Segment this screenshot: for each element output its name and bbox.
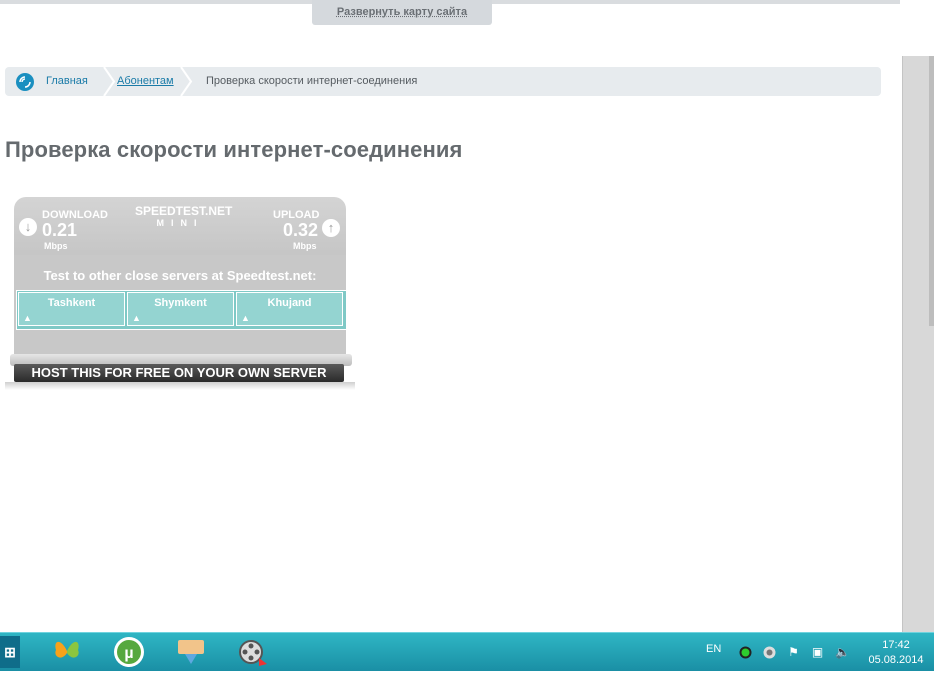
server-button-shymkent[interactable]: Shymkent ▲ [127,292,234,326]
breadcrumb-separator-icon [103,67,116,96]
clock-time: 17:42 [882,639,910,651]
start-button[interactable]: ⊞ [0,636,20,668]
record-icon[interactable] [763,646,776,659]
server-label: Shymkent [154,297,207,309]
upload-unit: Mbps [293,241,317,251]
expand-sitemap-button[interactable]: Развернуть карту сайта [312,0,492,25]
butterfly-app-icon[interactable] [50,636,84,668]
clock-date: 05.08.2014 [868,654,924,666]
triangle-icon: ▲ [241,313,250,323]
breadcrumb-current: Проверка скорости интернет-соединения [206,75,418,87]
taskbar: ⊞ µ EN ⚑ ▣ 🔈 17:42 05.08.2014 [0,632,934,671]
breadcrumb-subscribers-link[interactable]: Абонентам [117,67,174,96]
utorrent-logo-icon: µ [114,637,144,667]
triangle-icon: ▲ [132,313,141,323]
speedtest-shadow [5,382,355,390]
language-indicator[interactable]: EN [706,643,721,655]
breadcrumb: Главная Абонентам Проверка скорости инте… [5,67,881,96]
triangle-icon: ▲ [23,313,32,323]
upload-arrow-icon: ↑ [322,219,340,237]
download-unit: Mbps [44,241,68,251]
server-label: Khujand [267,297,312,309]
download-value: 0.21 [42,220,78,240]
server-button-khujand[interactable]: Khujand ▲ [236,292,343,326]
green-status-icon[interactable] [739,646,752,659]
page-title: Проверка скорости интернет-соединения [5,137,463,162]
speedtest-logo-sub: MINI [156,218,204,228]
network-transfer-icon[interactable] [174,636,208,668]
breadcrumb-separator-icon [180,67,193,96]
media-player-icon[interactable] [236,636,270,668]
host-for-free-button[interactable]: HOST THIS FOR FREE ON YOUR OWN SERVER [14,364,344,382]
speedtest-widget: ↓ DOWNLOAD 0.21 Mbps SPEEDTEST.NET MINI … [5,197,355,391]
speedtest-logo-text: SPEEDTEST.NET [135,204,233,218]
server-button-tashkent[interactable]: Tashkent ▲ [18,292,125,326]
network-icon[interactable]: ▣ [811,646,824,659]
server-label: Tashkent [47,297,96,309]
transfer-icon [178,640,204,664]
brand-logo-icon [16,73,34,91]
test-servers-text: Test to other close servers at Speedtest… [43,268,317,283]
film-reel-icon [239,640,267,666]
upload-value: 0.32 [283,220,319,240]
svg-text:µ: µ [124,645,133,662]
breadcrumb-home-link[interactable]: Главная [46,67,88,96]
server-list: Tashkent ▲ Shymkent ▲ Khujand ▲ [16,290,347,330]
download-arrow-icon: ↓ [19,218,37,236]
speedtest-logo[interactable]: SPEEDTEST.NET MINI [135,205,232,229]
butterfly-icon [55,641,79,658]
system-clock[interactable]: 17:42 05.08.2014 [862,638,930,668]
action-center-flag-icon[interactable]: ⚑ [787,646,800,659]
utorrent-icon[interactable]: µ [112,636,146,668]
scrollbar-thumb[interactable] [929,56,934,326]
volume-icon[interactable]: 🔈 [835,646,850,659]
